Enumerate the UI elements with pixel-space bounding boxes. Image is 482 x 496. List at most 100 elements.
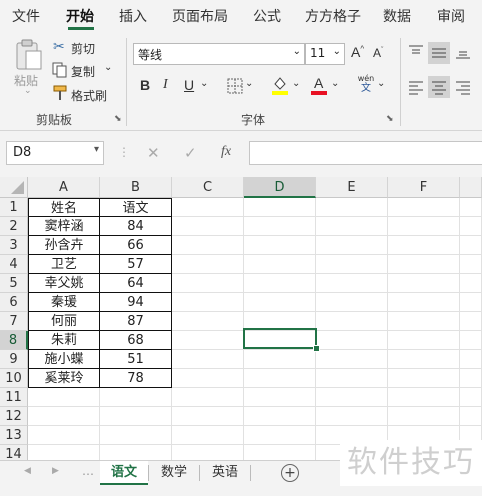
underline-button[interactable]: U <box>184 77 194 93</box>
cell-f8[interactable] <box>388 331 460 350</box>
cell-e12[interactable] <box>316 407 388 426</box>
cell-a7[interactable]: 何丽 <box>28 312 100 331</box>
cell-e3[interactable] <box>316 236 388 255</box>
row-header-12[interactable]: 12 <box>0 407 28 426</box>
copy-dropdown-icon[interactable]: ⌄ <box>104 62 112 73</box>
row-header-2[interactable]: 2 <box>0 217 28 236</box>
column-header-d[interactable]: D <box>244 177 316 198</box>
phonetic-guide-button[interactable]: wén 文 <box>356 74 376 95</box>
cell-f9[interactable] <box>388 350 460 369</box>
sheet-tab-english[interactable]: 英语 <box>200 461 250 485</box>
font-launcher-icon[interactable]: ⬊ <box>386 114 394 124</box>
align-right-icon[interactable] <box>455 79 471 99</box>
tab-review[interactable]: 审阅 <box>437 6 465 26</box>
cell-g4[interactable] <box>460 255 482 274</box>
cell-c6[interactable] <box>172 293 244 312</box>
tab-home[interactable]: 开始 <box>66 6 94 26</box>
prev-sheet-icon[interactable]: ◀ <box>24 466 31 476</box>
tab-file[interactable]: 文件 <box>12 6 40 26</box>
cell-b5[interactable]: 64 <box>100 274 172 293</box>
cell-a10[interactable]: 奚莱玲 <box>28 369 100 388</box>
row-header-3[interactable]: 3 <box>0 236 28 255</box>
row-header-10[interactable]: 10 <box>0 369 28 388</box>
cell-g6[interactable] <box>460 293 482 312</box>
cell-e6[interactable] <box>316 293 388 312</box>
cell-a3[interactable]: 孙含卉 <box>28 236 100 255</box>
paste-dropdown-icon[interactable]: ⌄ <box>24 86 32 96</box>
cell-d4[interactable] <box>244 255 316 274</box>
cell-e1[interactable] <box>316 198 388 217</box>
cell-b10[interactable]: 78 <box>100 369 172 388</box>
next-sheet-icon[interactable]: ▶ <box>52 466 59 476</box>
cell-g8[interactable] <box>460 331 482 350</box>
tab-fangfangezi[interactable]: 方方格子 <box>305 6 361 26</box>
clipboard-launcher-icon[interactable]: ⬊ <box>114 114 122 124</box>
cell-c2[interactable] <box>172 217 244 236</box>
cell-f1[interactable] <box>388 198 460 217</box>
cell-c12[interactable] <box>172 407 244 426</box>
cell-g7[interactable] <box>460 312 482 331</box>
cell-e9[interactable] <box>316 350 388 369</box>
row-header-6[interactable]: 6 <box>0 293 28 312</box>
cell-g12[interactable] <box>460 407 482 426</box>
cell-g9[interactable] <box>460 350 482 369</box>
cell-b3[interactable]: 66 <box>100 236 172 255</box>
copy-button[interactable]: 复制 <box>71 63 95 80</box>
fill-handle[interactable] <box>313 345 320 352</box>
cell-a5[interactable]: 幸父姚 <box>28 274 100 293</box>
cell-f2[interactable] <box>388 217 460 236</box>
cell-b2[interactable]: 84 <box>100 217 172 236</box>
cell-c11[interactable] <box>172 388 244 407</box>
cell-f4[interactable] <box>388 255 460 274</box>
cell-d12[interactable] <box>244 407 316 426</box>
enter-icon[interactable]: ✓ <box>184 144 197 162</box>
tab-insert[interactable]: 插入 <box>119 6 147 26</box>
paste-icon[interactable] <box>14 38 44 76</box>
cell-a13[interactable] <box>28 426 100 445</box>
cancel-icon[interactable]: ✕ <box>147 144 160 162</box>
cell-e11[interactable] <box>316 388 388 407</box>
column-header-g[interactable] <box>460 177 482 198</box>
row-header-7[interactable]: 7 <box>0 312 28 331</box>
row-header-9[interactable]: 9 <box>0 350 28 369</box>
cell-f7[interactable] <box>388 312 460 331</box>
cell-a6[interactable]: 秦瑗 <box>28 293 100 312</box>
align-top-icon[interactable] <box>408 44 424 64</box>
format-painter-button[interactable]: 格式刷 <box>71 87 107 104</box>
cell-d9[interactable] <box>244 350 316 369</box>
cell-d2[interactable] <box>244 217 316 236</box>
formula-input[interactable] <box>249 141 482 165</box>
cell-a8[interactable]: 朱莉 <box>28 331 100 350</box>
cell-f11[interactable] <box>388 388 460 407</box>
align-left-icon[interactable] <box>408 79 424 99</box>
cell-a9[interactable]: 施小蝶 <box>28 350 100 369</box>
cell-f12[interactable] <box>388 407 460 426</box>
cell-b6[interactable]: 94 <box>100 293 172 312</box>
cell-e8[interactable] <box>316 331 388 350</box>
align-center-icon[interactable] <box>428 76 450 98</box>
cell-a4[interactable]: 卫艺 <box>28 255 100 274</box>
cell-d11[interactable] <box>244 388 316 407</box>
cell-f6[interactable] <box>388 293 460 312</box>
align-middle-icon[interactable] <box>428 42 450 64</box>
cell-e4[interactable] <box>316 255 388 274</box>
column-header-b[interactable]: B <box>100 177 172 198</box>
cell-g5[interactable] <box>460 274 482 293</box>
cell-d13[interactable] <box>244 426 316 445</box>
tab-formulas[interactable]: 公式 <box>253 6 281 26</box>
row-header-4[interactable]: 4 <box>0 255 28 274</box>
cell-d10[interactable] <box>244 369 316 388</box>
underline-dropdown-icon[interactable]: ⌄ <box>200 78 208 89</box>
cell-c7[interactable] <box>172 312 244 331</box>
fill-color-icon[interactable] <box>271 75 289 99</box>
name-box[interactable]: D8 ▾ <box>6 141 104 165</box>
cut-button[interactable]: 剪切 <box>71 40 95 57</box>
tab-data[interactable]: 数据 <box>383 6 411 26</box>
cell-c13[interactable] <box>172 426 244 445</box>
cell-e10[interactable] <box>316 369 388 388</box>
font-name-dropdown[interactable]: 等线 ⌄ <box>133 43 305 65</box>
cell-g10[interactable] <box>460 369 482 388</box>
insert-function-button[interactable]: fx <box>221 144 231 160</box>
cell-b1[interactable]: 语文 <box>100 198 172 217</box>
cell-f5[interactable] <box>388 274 460 293</box>
